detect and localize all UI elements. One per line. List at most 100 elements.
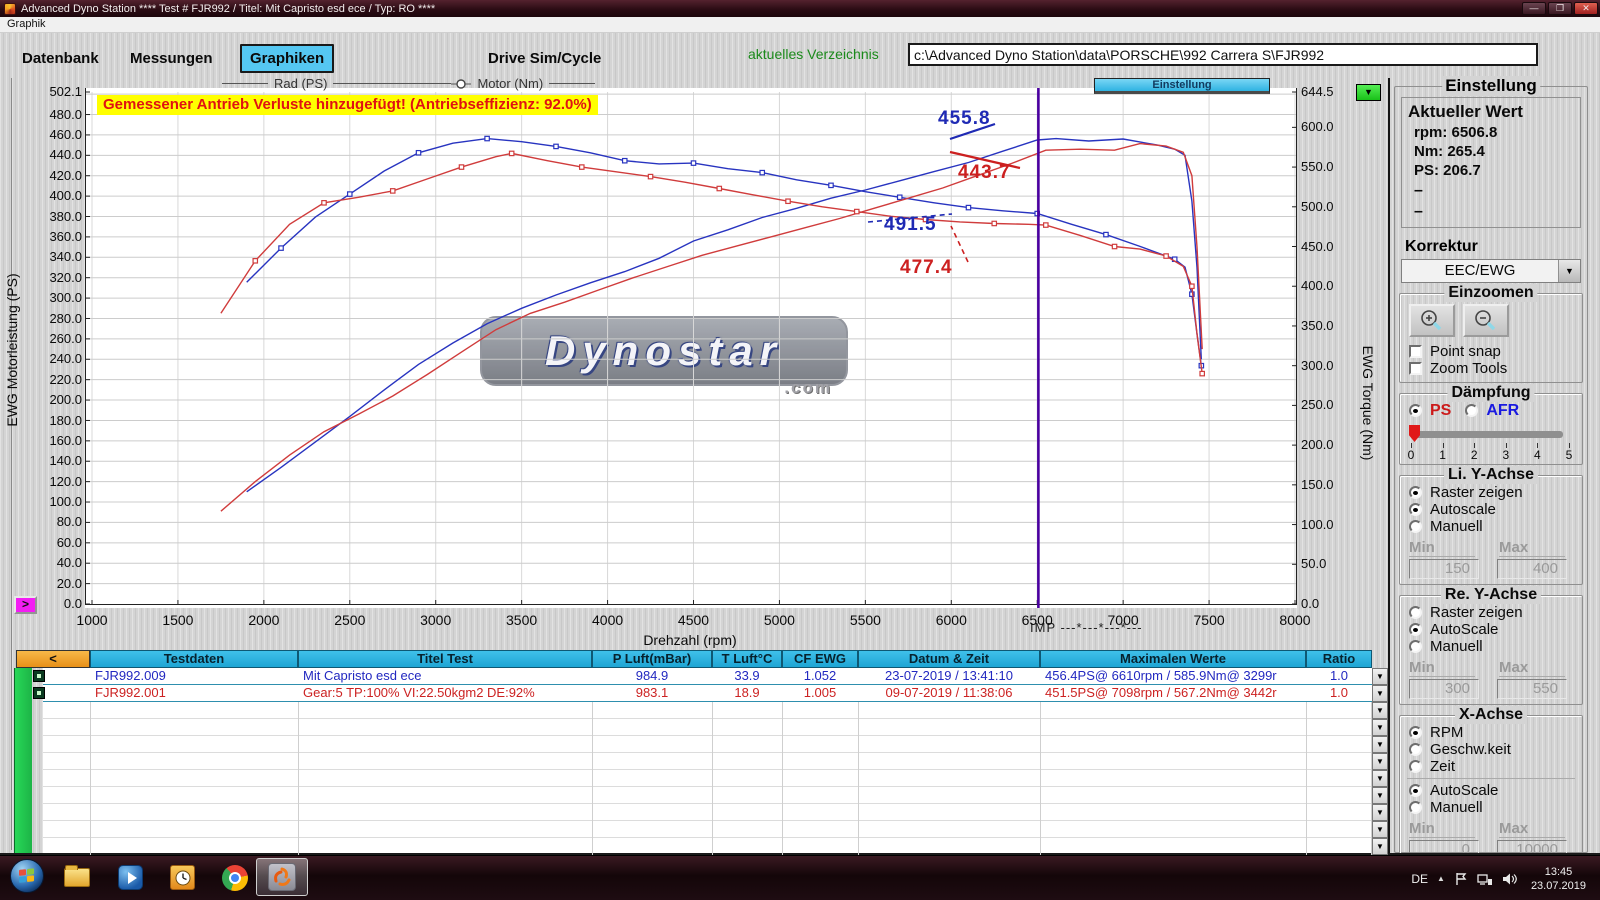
radio-button[interactable] — [1409, 623, 1422, 636]
tab-messungen[interactable]: Messungen — [122, 46, 221, 71]
table-header-maximalen-werte[interactable]: Maximalen Werte — [1040, 650, 1306, 668]
option-manuell[interactable]: Manuell — [1405, 638, 1577, 655]
row-dropdown-button[interactable]: ▼ — [1372, 804, 1388, 821]
left-axis-tick-label: 280.0 — [20, 311, 82, 326]
row-dropdown-button[interactable]: ▼ — [1372, 668, 1388, 685]
row-status-icon[interactable] — [33, 687, 45, 699]
table-header-cf-ewg[interactable]: CF EWG — [782, 650, 858, 668]
chevron-down-icon[interactable]: ▼ — [1558, 260, 1580, 282]
radio-button[interactable] — [1409, 760, 1422, 773]
row-dropdown-button[interactable]: ▼ — [1372, 821, 1388, 838]
left-y-min-input[interactable]: 150 — [1409, 559, 1479, 579]
x-axis-tick-label: 4000 — [573, 612, 643, 628]
radio-button[interactable] — [1409, 503, 1422, 516]
row-dropdown-button[interactable]: ▼ — [1372, 736, 1388, 753]
table-row[interactable]: FJR992.001Gear:5 TP:100% VI:22.50kgm2 DE… — [43, 685, 1372, 702]
language-indicator[interactable]: DE — [1411, 872, 1428, 886]
option-autoscale[interactable]: Autoscale — [1405, 501, 1577, 518]
right-y-max-input[interactable]: 550 — [1497, 679, 1567, 699]
left-axis-tick-label: 340.0 — [20, 249, 82, 264]
dyno-chart-plot[interactable]: Dynostar .com — [85, 88, 1297, 608]
table-row[interactable]: FJR992.009Mit Capristo esd ece984.933.91… — [43, 668, 1372, 685]
row-dropdown-button[interactable]: ▼ — [1372, 685, 1388, 702]
damping-slider[interactable]: 012345 — [1411, 425, 1571, 459]
dyno-station-taskbar-button[interactable] — [256, 858, 308, 896]
row-status-icon[interactable] — [33, 670, 45, 682]
option-zeit[interactable]: Zeit — [1405, 758, 1577, 775]
radio-button[interactable] — [1409, 784, 1422, 797]
radio-button[interactable] — [1409, 404, 1422, 417]
windows-logo-icon — [19, 868, 35, 884]
table-header-p-luft-mbar-[interactable]: P Luft(mBar) — [592, 650, 712, 668]
checkbox[interactable] — [1409, 345, 1422, 358]
row-dropdown-button[interactable]: ▼ — [1372, 838, 1388, 855]
left-axis-tick-label: 220.0 — [20, 372, 82, 387]
option-afr[interactable]: AFR — [1465, 402, 1519, 419]
row-dropdown-button[interactable]: ▼ — [1372, 770, 1388, 787]
radio-button[interactable] — [1465, 404, 1478, 417]
radio-button[interactable] — [1409, 640, 1422, 653]
slider-track[interactable] — [1411, 431, 1563, 438]
row-dropdown-button[interactable]: ▼ — [1372, 787, 1388, 804]
option-raster-zeigen[interactable]: Raster zeigen — [1405, 604, 1577, 621]
legend-line — [222, 83, 268, 84]
tab-graphiken[interactable]: Graphiken — [240, 44, 334, 73]
scheduler-taskbar-icon[interactable] — [170, 865, 195, 890]
table-header-ratio[interactable]: Ratio — [1306, 650, 1372, 668]
network-icon[interactable] — [1477, 872, 1493, 886]
option-geschw-keit[interactable]: Geschw.keit — [1405, 741, 1577, 758]
current-directory-input[interactable] — [908, 43, 1538, 66]
menu-item-graphik[interactable]: Graphik — [7, 18, 46, 30]
marker — [1164, 254, 1168, 258]
clock[interactable]: 13:45 23.07.2019 — [1527, 865, 1594, 893]
korrektur-select[interactable]: EEC/EWG ▼ — [1401, 259, 1581, 283]
radio-button[interactable] — [1409, 801, 1422, 814]
table-corner-button[interactable]: < — [16, 650, 90, 668]
radio-button[interactable] — [1409, 520, 1422, 533]
zoom-in-button[interactable] — [1409, 304, 1455, 337]
chart-canvas[interactable] — [85, 88, 1297, 608]
option-manuell[interactable]: Manuell — [1405, 518, 1577, 535]
close-button[interactable]: ✕ — [1574, 2, 1598, 15]
slider-thumb[interactable] — [1409, 425, 1420, 442]
option-autoscale[interactable]: AutoScale — [1405, 782, 1577, 799]
option-raster-zeigen[interactable]: Raster zeigen — [1405, 484, 1577, 501]
speaker-icon[interactable] — [1502, 872, 1518, 886]
right-y-min-input[interactable]: 300 — [1409, 679, 1479, 699]
option-autoscale[interactable]: AutoScale — [1405, 621, 1577, 638]
option-zoom-tools[interactable]: Zoom Tools — [1405, 360, 1577, 377]
row-dropdown-button[interactable]: ▼ — [1372, 753, 1388, 770]
table-header-testdaten[interactable]: Testdaten — [90, 650, 298, 668]
action-center-flag-icon[interactable] — [1454, 872, 1468, 886]
table-header-datum-zeit[interactable]: Datum & Zeit — [858, 650, 1040, 668]
checkbox[interactable] — [1409, 362, 1422, 375]
radio-button[interactable] — [1409, 743, 1422, 756]
explorer-taskbar-icon[interactable] — [64, 868, 90, 887]
option-ps[interactable]: PS — [1409, 402, 1451, 419]
chrome-taskbar-icon[interactable] — [222, 865, 248, 891]
tab-drive-sim-cycle[interactable]: Drive Sim/Cycle — [480, 46, 609, 71]
marker — [554, 144, 558, 148]
table-header-titel-test[interactable]: Titel Test — [298, 650, 592, 668]
minimize-button[interactable]: — — [1522, 2, 1546, 15]
maximize-button[interactable]: ❐ — [1548, 2, 1572, 15]
radio-button[interactable] — [1409, 606, 1422, 619]
radio-button[interactable] — [1409, 486, 1422, 499]
zoom-out-button[interactable] — [1463, 304, 1509, 337]
left-y-max-input[interactable]: 400 — [1497, 559, 1567, 579]
radio-button[interactable] — [1409, 726, 1422, 739]
media-player-taskbar-icon[interactable] — [118, 865, 143, 890]
chart-einstellung-button[interactable]: Einstellung — [1094, 78, 1270, 94]
option-rpm[interactable]: RPM — [1405, 724, 1577, 741]
marker — [322, 201, 326, 205]
start-button[interactable] — [10, 859, 44, 893]
option-manuell[interactable]: Manuell — [1405, 799, 1577, 816]
tab-datenbank[interactable]: Datenbank — [14, 46, 107, 71]
table-header-t-luft-c[interactable]: T Luft°C — [712, 650, 782, 668]
row-dropdown-button[interactable]: ▼ — [1372, 719, 1388, 736]
option-point-snap[interactable]: Point snap — [1405, 343, 1577, 360]
title-bar[interactable]: Advanced Dyno Station **** Test # FJR992… — [0, 0, 1600, 17]
show-hidden-icons-button[interactable]: ▲ — [1437, 874, 1445, 883]
row-dropdown-button[interactable]: ▼ — [1372, 702, 1388, 719]
marker — [648, 174, 652, 178]
